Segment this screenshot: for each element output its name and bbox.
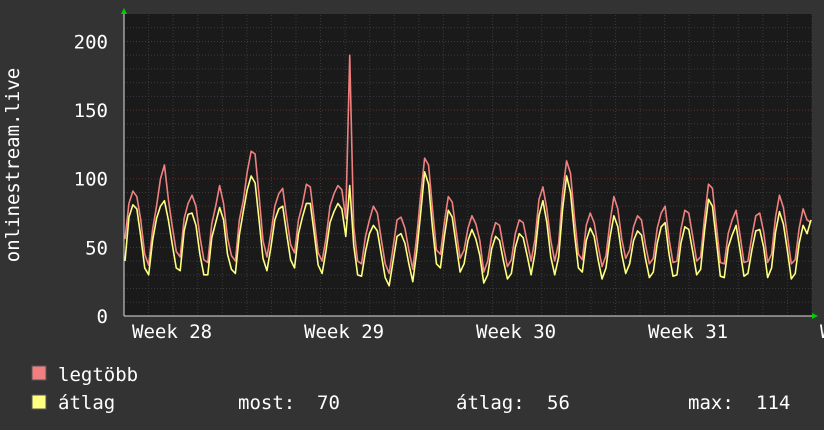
stat-now-value: 70 xyxy=(317,392,340,414)
x-tick-label: Week 31 xyxy=(648,321,728,343)
y-tick-label: 150 xyxy=(74,100,108,122)
legend-swatch-avg xyxy=(31,394,47,410)
x-tick-label: Week 28 xyxy=(132,321,212,343)
stat-max-label: max: xyxy=(688,392,734,414)
x-tick-label: Week 29 xyxy=(304,321,384,343)
x-tick-label: Week xyxy=(820,321,824,343)
stat-max-value: 114 xyxy=(756,392,790,414)
x-tick-label: Week 30 xyxy=(476,321,556,343)
chart: 0 50 100 150 200 Week 28 Week 29 Week 30 Week 3… xyxy=(0,0,824,430)
legend-swatch-max xyxy=(31,365,47,381)
legend-label-max: legtöbb xyxy=(58,364,138,386)
stat-avg-value: 56 xyxy=(547,392,570,414)
y-tick-label: 200 xyxy=(74,31,108,53)
y-axis-label: onlinestream.live xyxy=(2,68,24,262)
legend-label-avg: átlag xyxy=(58,392,115,414)
y-tick-label: 100 xyxy=(74,169,108,191)
stat-avg-label: átlag: xyxy=(456,392,525,414)
y-tick-label: 50 xyxy=(85,237,108,259)
y-tick-label: 0 xyxy=(97,306,108,328)
stat-now-label: most: xyxy=(238,392,295,414)
